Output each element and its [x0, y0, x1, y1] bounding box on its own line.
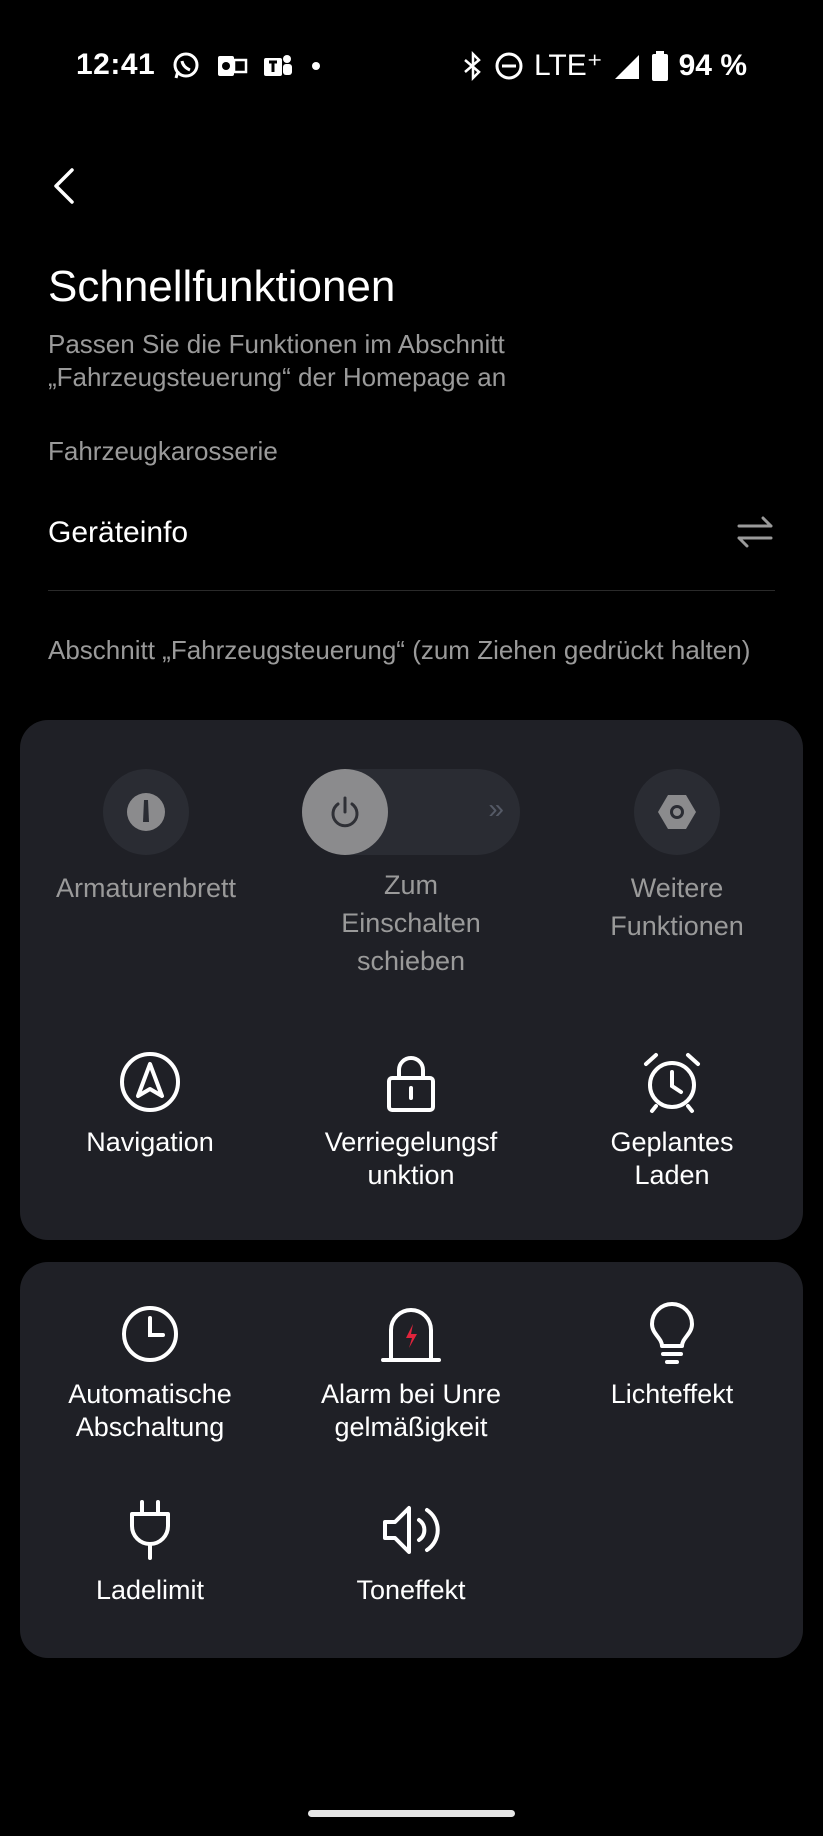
device-info-row[interactable]: Geräteinfo: [48, 500, 775, 591]
slider-label-line: Einschalten: [341, 908, 481, 938]
dashboard-item[interactable]: Armaturenbrett: [26, 769, 266, 907]
auto-shutdown-line: Automatische: [68, 1379, 232, 1409]
device-info-label: Geräteinfo: [48, 516, 189, 549]
irregularity-alarm-line: Alarm bei Unre: [320, 1379, 502, 1409]
lock-item[interactable]: Verriegelungsf unktion: [291, 1050, 531, 1192]
lock-label-line: Verriegelungsf: [324, 1127, 498, 1157]
battery-percent: 94 %: [678, 48, 747, 82]
back-button[interactable]: [46, 162, 86, 210]
slider-label-line: Zum: [384, 870, 438, 900]
lock-label: Verriegelungsf unktion: [291, 1126, 531, 1192]
lock-label-line: unktion: [367, 1160, 455, 1190]
more-notifications-dot-icon: [312, 62, 320, 70]
system-status: LTE⁺ 94 %: [462, 48, 747, 83]
irregularity-alarm-label: Alarm bei Unre gelmäßigkeit: [291, 1378, 531, 1444]
network-type: LTE⁺: [533, 49, 603, 82]
slider-label-line: schieben: [356, 946, 466, 976]
navigation-item[interactable]: Navigation: [30, 1050, 270, 1159]
scheduled-charging-item[interactable]: Geplantes Laden: [552, 1050, 792, 1192]
more-functions-icon-circle: [634, 769, 720, 855]
auto-shutdown-label: Automatische Abschaltung: [30, 1378, 270, 1444]
slider-chevrons: »: [488, 793, 503, 824]
navigation-label: Navigation: [86, 1127, 214, 1157]
light-effect-label: Lichteffekt: [610, 1379, 734, 1409]
speaker-icon: [383, 1506, 440, 1554]
light-bulb-icon: [650, 1302, 694, 1364]
navigation-icon: [120, 1052, 180, 1112]
dashboard-label: Armaturenbrett: [55, 873, 237, 903]
power-icon: [331, 796, 359, 828]
auto-shutdown-item[interactable]: Automatische Abschaltung: [30, 1302, 270, 1444]
battery-icon: [651, 50, 668, 81]
slider-knob[interactable]: [302, 769, 388, 855]
page-subtitle: Passen Sie die Funktionen im Abschnitt „…: [48, 329, 507, 392]
status-time: 12:41: [76, 48, 156, 81]
scheduled-charging-line: Geplantes: [610, 1127, 734, 1157]
sound-effect-label: Toneffekt: [356, 1575, 466, 1605]
scheduled-charging-label: Geplantes Laden: [552, 1126, 792, 1192]
more-functions-label: Weitere Funktionen: [557, 869, 797, 945]
more-functions-line: Funktionen: [610, 911, 744, 941]
charge-limit-label: Ladelimit: [95, 1575, 205, 1605]
plug-icon: [130, 1500, 170, 1560]
signal-icon: [614, 54, 639, 79]
do-not-disturb-icon: [495, 52, 523, 79]
light-effect-item[interactable]: Lichteffekt: [552, 1302, 792, 1411]
home-indicator[interactable]: [308, 1810, 515, 1817]
alarm-clock-icon: [644, 1053, 700, 1113]
chevron-left-icon: [54, 168, 74, 204]
charge-limit-item[interactable]: Ladelimit: [30, 1498, 270, 1607]
power-slider[interactable]: »: [302, 769, 520, 855]
status-bar: 12:41 LTE⁺ 94 %: [0, 44, 823, 88]
more-functions-item[interactable]: Weitere Funktionen: [557, 769, 797, 945]
notification-icons: [170, 50, 324, 82]
lock-icon: [387, 1056, 435, 1112]
more-functions-line: Weitere: [630, 873, 724, 903]
dashboard-icon-circle: [103, 769, 189, 855]
sound-effect-item[interactable]: Toneffekt: [291, 1498, 531, 1607]
auto-shutdown-line: Abschaltung: [75, 1412, 225, 1442]
outlook-icon: [218, 56, 248, 76]
swap-arrows-icon[interactable]: [735, 512, 775, 552]
page-title: Schnellfunktionen: [48, 262, 396, 311]
slider-label: Zum Einschalten schieben: [291, 866, 531, 980]
teams-icon: [264, 55, 292, 76]
scheduled-charging-line: Laden: [634, 1160, 710, 1190]
bluetooth-icon: [464, 50, 481, 81]
whatsapp-icon: [173, 52, 199, 79]
section-label-control: Abschnitt „Fahrzeugsteuerung“ (zum Ziehe…: [48, 635, 751, 665]
section-label-body: Fahrzeugkarosserie: [48, 436, 278, 466]
alarm-siren-icon: [381, 1308, 441, 1362]
clock-icon: [122, 1306, 178, 1362]
hexagon-nut-icon: [658, 795, 696, 829]
irregularity-alarm-item[interactable]: Alarm bei Unre gelmäßigkeit: [291, 1302, 531, 1444]
irregularity-alarm-line: gelmäßigkeit: [334, 1412, 488, 1442]
speedometer-icon: [127, 793, 165, 831]
